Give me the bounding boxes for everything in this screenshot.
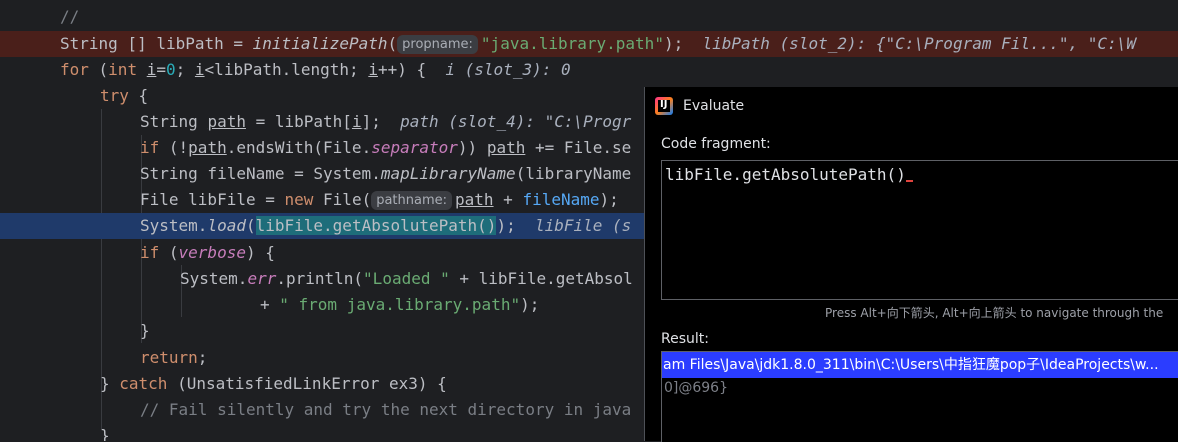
method-call: initializePath xyxy=(252,34,388,53)
string-literal: "Loaded " xyxy=(363,269,450,288)
code-text: (! xyxy=(159,138,189,157)
intellij-logo-icon: IJ xyxy=(655,97,673,115)
inline-debug-value: i (slot_3): 0 xyxy=(426,60,571,79)
code-text: ; xyxy=(175,60,195,79)
keyword: for xyxy=(60,60,89,79)
variable: path xyxy=(207,112,246,131)
code-text: ); xyxy=(520,295,540,314)
code-text: System. xyxy=(140,216,208,235)
code-text: ); xyxy=(663,34,684,53)
static-field: verbose xyxy=(178,243,246,262)
code-text: += File.se xyxy=(525,138,632,157)
method-call: load xyxy=(207,216,246,235)
variable: i xyxy=(351,112,362,131)
code-text: .endsWith(File. xyxy=(226,138,372,157)
keyword: new xyxy=(284,190,314,209)
code-text: } xyxy=(100,374,120,393)
code-text: } xyxy=(100,426,110,441)
navigation-hint: Press Alt+向下箭头, Alt+向上箭头 to navigate thr… xyxy=(825,306,1164,320)
code-text: { xyxy=(128,86,149,105)
method-call: mapLibraryName xyxy=(380,164,516,183)
string-literal: " from java.library.path" xyxy=(279,295,521,314)
code-text: String fileName = System. xyxy=(140,164,381,183)
param-hint: propname: xyxy=(397,35,478,54)
code-text: System. xyxy=(180,269,248,288)
code-text: )) xyxy=(457,138,487,157)
text-caret xyxy=(905,168,913,182)
code-text: File( xyxy=(313,190,372,209)
inline-debug-value: libFile (s xyxy=(515,216,632,235)
code-text: = xyxy=(156,60,166,79)
code-fragment-label: Code fragment: xyxy=(661,136,771,152)
code-text: + libFile.getAbsol xyxy=(449,269,633,288)
code-text: = libPath[ xyxy=(245,112,352,131)
result-row[interactable]: 0]@696} xyxy=(664,380,728,396)
code-text: String [] libPath = xyxy=(60,34,253,53)
param-hint: pathname: xyxy=(371,191,453,210)
static-field: separator xyxy=(371,138,458,157)
variable: path xyxy=(188,138,227,157)
code-text: (UnsatisfiedLinkError ex3) { xyxy=(167,374,447,393)
code-text: <libPath.length; xyxy=(204,60,369,79)
fragment-text: libFile.getAbsolutePath() xyxy=(665,165,906,184)
code-text: String xyxy=(140,112,208,131)
code-text: (libraryName xyxy=(515,164,632,183)
comment: // xyxy=(60,7,80,26)
code-text: ); xyxy=(599,190,619,209)
code-text: ( xyxy=(88,60,109,79)
keyword: try xyxy=(100,86,129,105)
variable: fileName xyxy=(522,190,600,209)
code-text: File libFile = xyxy=(140,190,285,209)
result-tree[interactable]: am Files\Java\jdk1.8.0_311\bin\C:\Users\… xyxy=(661,351,1178,442)
code-text: + xyxy=(260,295,280,314)
number-literal: 0 xyxy=(166,60,176,79)
keyword: int xyxy=(108,60,138,79)
code-line[interactable]: // xyxy=(0,4,1178,30)
code-text: ); xyxy=(496,216,516,235)
keyword: if xyxy=(140,138,160,157)
inline-debug-value: path (slot_4): "C:\Progr xyxy=(380,112,632,131)
inline-debug-value: libPath (slot_2): {"C:\Program Fil...", … xyxy=(683,34,1136,53)
code-text: ]; xyxy=(361,112,381,131)
code-text: ( xyxy=(159,243,179,262)
comment: // Fail silently and try the next direct… xyxy=(140,400,632,419)
code-text: + xyxy=(493,190,523,209)
variable: i xyxy=(368,60,378,79)
code-line[interactable]: for (int i=0; i<libPath.length; i++) { i… xyxy=(0,57,1178,83)
variable: i xyxy=(146,60,157,79)
code-text: ( xyxy=(245,216,256,235)
code-text: .println( xyxy=(276,269,364,288)
code-fragment-input[interactable]: libFile.getAbsolutePath() xyxy=(661,160,1178,300)
string-literal: "java.library.path" xyxy=(480,34,664,53)
code-line-breakpoint[interactable]: String [] libPath = initializePath(propn… xyxy=(0,31,1178,57)
code-text: ; xyxy=(197,348,208,367)
code-text: } xyxy=(140,321,150,340)
dialog-title: Evaluate xyxy=(683,98,745,114)
keyword: return xyxy=(140,348,198,367)
variable: path xyxy=(455,190,494,209)
static-field: err xyxy=(247,269,277,288)
variable: path xyxy=(486,138,526,157)
variable: i xyxy=(194,60,205,79)
logo-text: IJ xyxy=(660,99,668,110)
evaluate-dialog[interactable]: IJ Evaluate Code fragment: libFile.getAb… xyxy=(644,87,1178,442)
keyword: catch xyxy=(119,374,168,393)
keyword: if xyxy=(140,243,160,262)
result-label: Result: xyxy=(661,331,709,347)
code-text: ++) { xyxy=(377,60,427,79)
selected-expression[interactable]: libFile.getAbsolutePath() xyxy=(255,216,497,235)
code-text: ) { xyxy=(245,243,275,262)
result-row-selected[interactable]: am Files\Java\jdk1.8.0_311\bin\C:\Users\… xyxy=(662,352,1178,378)
code-text: ( xyxy=(387,34,398,53)
